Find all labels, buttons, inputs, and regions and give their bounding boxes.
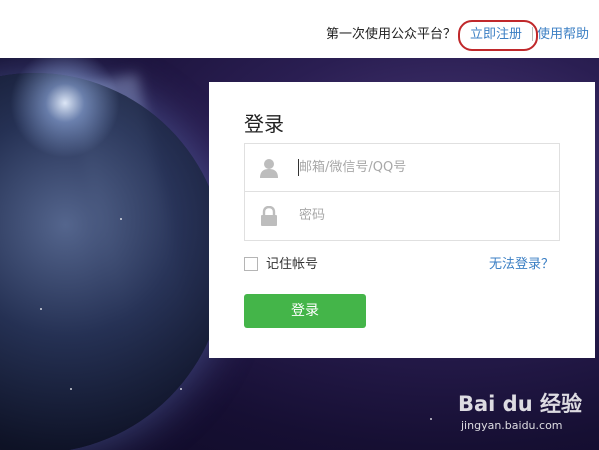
star xyxy=(70,388,72,390)
cannot-login-link[interactable]: 无法登录？ xyxy=(489,256,554,274)
top-bar: 第一次使用公众平台？ 立即注册 使用帮助 xyxy=(0,0,599,58)
login-title: 登录 xyxy=(244,112,284,136)
credential-fields: 邮箱/微信号/QQ号 密码 xyxy=(244,143,560,241)
password-input[interactable]: 密码 xyxy=(245,192,559,240)
star xyxy=(120,218,122,220)
lock-icon xyxy=(261,206,277,226)
separator xyxy=(532,27,533,41)
star xyxy=(40,308,42,310)
account-input[interactable]: 邮箱/微信号/QQ号 xyxy=(245,144,559,192)
star xyxy=(180,388,182,390)
first-use-text: 第一次使用公众平台？ xyxy=(326,27,457,42)
remember-checkbox[interactable] xyxy=(244,257,258,271)
watermark-url: jingyan.baidu.com xyxy=(461,419,563,432)
remember-label: 记住帐号 xyxy=(266,257,319,272)
password-placeholder: 密码 xyxy=(299,208,326,223)
login-card: 登录 邮箱/微信号/QQ号 密码 记住帐号 无法登录？ 登录 xyxy=(209,82,595,358)
login-button[interactable]: 登录 xyxy=(244,294,366,328)
help-link[interactable]: 使用帮助 xyxy=(537,26,589,44)
watermark-brand: Bai du 经验 xyxy=(458,392,582,416)
baidu-jingyan-watermark: Bai du 经验 jingyan.baidu.com xyxy=(458,392,598,442)
register-link[interactable]: 立即注册 xyxy=(470,26,522,44)
user-icon xyxy=(260,159,278,178)
account-placeholder: 邮箱/微信号/QQ号 xyxy=(299,160,407,175)
star xyxy=(430,418,432,420)
